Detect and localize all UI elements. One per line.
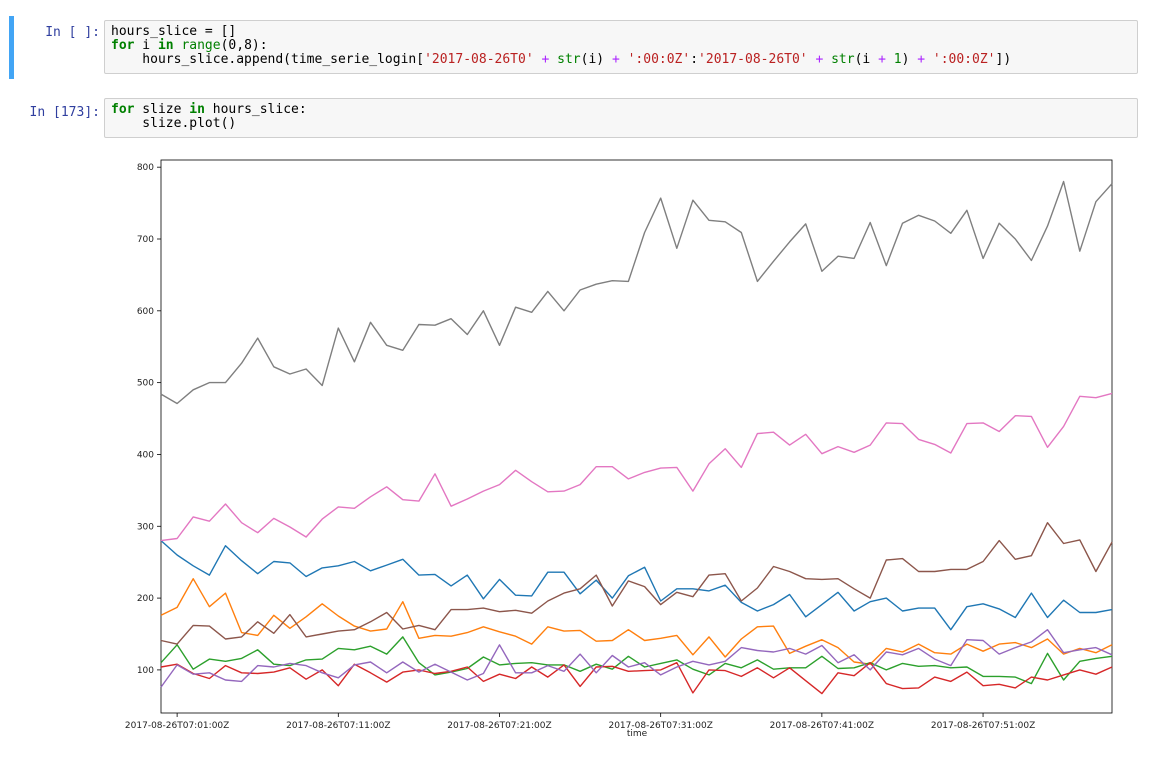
code-token: in	[157, 38, 174, 53]
code-token: str	[557, 52, 581, 67]
series-line-6	[160, 392, 1113, 542]
cell-selection-indicator	[9, 16, 14, 79]
code-token: '2017-08-26T0'	[698, 52, 808, 67]
code-token: ':00:0Z'	[932, 52, 996, 67]
code-token: ])	[995, 52, 1012, 67]
y-tick-label: 700	[137, 235, 154, 245]
y-tick-label: 200	[137, 594, 154, 604]
code-line: hours_slice.append(time_serie_login['201…	[111, 53, 1133, 67]
code-token: (0,8):	[220, 38, 268, 53]
code-token: 1	[893, 52, 902, 67]
code-token: hours_slice = []	[111, 24, 237, 39]
code-line: slize.plot()	[111, 117, 1133, 131]
y-axis: 100 200 300 400 500 600 700 800	[137, 163, 161, 676]
code-text[interactable]: hours_slice = [] for i in range(0,8): hou…	[105, 21, 1137, 71]
code-token: i	[134, 38, 158, 53]
x-tick-label: 2017-08-26T07:31:00Z	[608, 721, 712, 731]
code-line: for i in range(0,8):	[111, 39, 1133, 53]
code-token: hours_slice:	[204, 102, 307, 117]
x-axis-label: time	[627, 729, 648, 739]
code-token: )	[901, 52, 918, 67]
x-tick-label: 2017-08-26T07:01:00Z	[125, 721, 229, 731]
y-tick-label: 100	[137, 666, 154, 676]
code-token: slize.plot()	[111, 116, 237, 131]
code-token: +	[917, 52, 926, 67]
series-line-4	[160, 629, 1113, 688]
y-tick-label: 600	[137, 307, 154, 317]
series-line-5	[160, 522, 1113, 645]
code-token: :	[690, 52, 699, 67]
code-token: for	[111, 38, 135, 53]
code-input-area[interactable]: for slize in hours_slice: slize.plot()	[104, 98, 1138, 138]
code-token: +	[611, 52, 620, 67]
series-line-2	[160, 636, 1113, 685]
y-tick-label: 400	[137, 450, 154, 460]
output-line-chart: 100 200 300 400 500 600 700 800 2017-08-26T07:0…	[125, 159, 1113, 739]
x-tick-label: 2017-08-26T07:21:00Z	[447, 721, 551, 731]
series-line-3	[160, 662, 1113, 695]
code-token: hours_slice.append(time_serie_login[	[111, 52, 425, 67]
code-token: '2017-08-26T0'	[424, 52, 534, 67]
input-prompt: In [ ]:	[45, 25, 100, 40]
code-token: +	[878, 52, 886, 67]
code-token: (i)	[580, 52, 612, 67]
x-tick-label: 2017-08-26T07:11:00Z	[286, 721, 390, 731]
code-cell-2[interactable]: In [173]: for slize in hours_slice: sliz…	[0, 94, 1153, 144]
code-token: in	[189, 102, 205, 117]
plot-area-frame	[160, 159, 1113, 714]
series-line-0	[160, 540, 1113, 631]
x-tick-label: 2017-08-26T07:51:00Z	[931, 721, 1035, 731]
code-token: (i	[854, 52, 879, 67]
code-line: for slize in hours_slice:	[111, 103, 1133, 117]
code-cell-1[interactable]: In [ ]: hours_slice = [] for i in range(0…	[0, 16, 1153, 79]
x-tick-label: 2017-08-26T07:41:00Z	[770, 721, 874, 731]
code-token: range	[181, 38, 221, 53]
code-token: str	[831, 52, 855, 67]
code-text[interactable]: for slize in hours_slice: slize.plot()	[105, 99, 1137, 135]
y-tick-label: 300	[137, 522, 154, 532]
y-tick-label: 500	[137, 379, 154, 389]
series-lines	[160, 180, 1113, 695]
code-line: hours_slice = []	[111, 25, 1133, 39]
series-line-1	[160, 578, 1113, 665]
code-token: for	[111, 102, 135, 117]
code-input-area[interactable]: hours_slice = [] for i in range(0,8): hou…	[104, 20, 1138, 74]
input-prompt: In [173]:	[29, 105, 100, 120]
y-tick-label: 800	[137, 163, 154, 173]
x-axis: 2017-08-26T07:01:00Z 2017-08-26T07:11:00Z…	[125, 713, 1035, 731]
series-line-7	[160, 180, 1113, 405]
code-token: ':00:0Z'	[627, 52, 691, 67]
code-token: slize	[134, 102, 190, 117]
